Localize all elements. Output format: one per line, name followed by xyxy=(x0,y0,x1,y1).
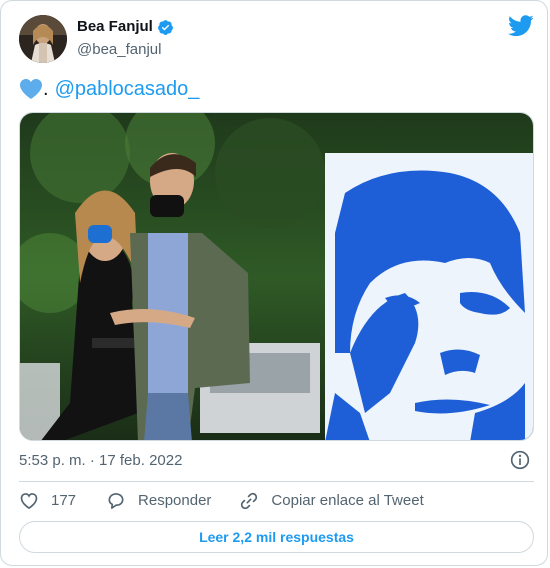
tweet-card: Bea Fanjul @bea_fanjul . @pablocasado_ 5… xyxy=(0,0,548,566)
like-button[interactable]: 177 xyxy=(19,491,76,511)
avatar[interactable] xyxy=(19,15,67,63)
info-icon[interactable] xyxy=(510,450,530,470)
handle[interactable]: @bea_fanjul xyxy=(77,40,161,60)
copy-link-button[interactable]: Copiar enlace al Tweet xyxy=(239,491,424,511)
tweet-actions: 177 Responder Copiar enlace al Tweet xyxy=(19,489,452,513)
separator-text: . xyxy=(43,78,49,100)
blue-heart-icon xyxy=(20,79,42,99)
verified-badge-icon xyxy=(157,19,173,35)
tweet-timestamp[interactable]: 5:53 p. m. · 17 feb. 2022 xyxy=(19,451,182,471)
copy-link-label: Copiar enlace al Tweet xyxy=(271,492,424,509)
reply-bubble-icon xyxy=(108,493,124,509)
reply-label: Responder xyxy=(138,492,212,509)
tweet-text: . @pablocasado_ xyxy=(19,75,199,103)
like-count: 177 xyxy=(51,492,77,509)
twitter-bird-icon[interactable] xyxy=(508,15,534,37)
tweet-photo[interactable] xyxy=(19,112,534,441)
tweet-header: Bea Fanjul @bea_fanjul xyxy=(19,15,534,63)
heart-outline-icon xyxy=(20,493,38,510)
read-replies-button[interactable]: Leer 2,2 mil respuestas xyxy=(19,521,534,553)
reply-button[interactable]: Responder xyxy=(106,491,211,511)
link-icon xyxy=(241,492,258,510)
mention-link[interactable]: @pablocasado_ xyxy=(55,75,200,103)
display-name[interactable]: Bea Fanjul xyxy=(77,17,153,37)
divider xyxy=(19,481,534,482)
